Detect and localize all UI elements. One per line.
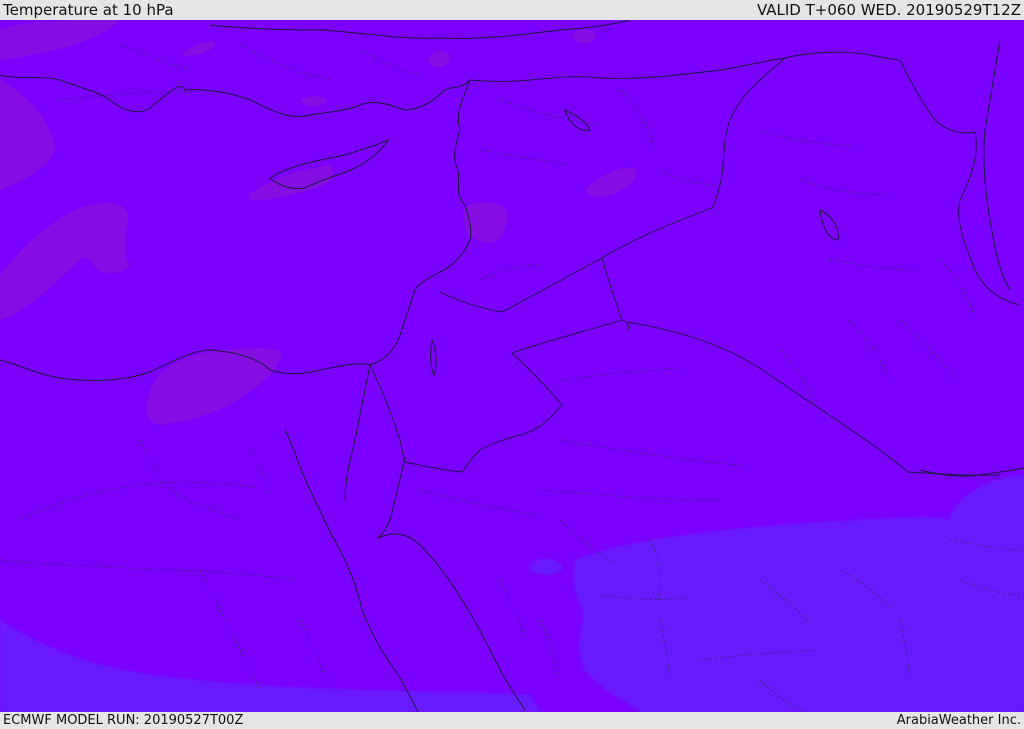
model-run: ECMWF MODEL RUN: 20190527T00Z — [3, 713, 244, 728]
footer-bar: ECMWF MODEL RUN: 20190527T00Z ArabiaWeat… — [0, 712, 1024, 729]
cool-region-small-south — [529, 557, 564, 576]
valid-time: VALID T+060 WED. 20190529T12Z — [756, 1, 1021, 19]
temperature-map[interactable] — [0, 20, 1024, 712]
credit: ArabiaWeather Inc. — [896, 713, 1021, 728]
map-canvas — [0, 20, 1024, 712]
map-title: Temperature at 10 hPa — [3, 1, 174, 19]
header-bar: Temperature at 10 hPa VALID T+060 WED. 2… — [0, 0, 1024, 20]
